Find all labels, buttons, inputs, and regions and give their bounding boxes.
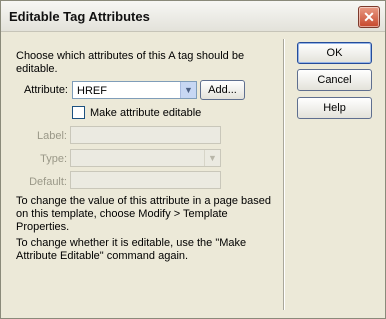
close-button[interactable]: ✕ — [358, 6, 380, 28]
type-select[interactable]: ▼ — [70, 149, 221, 167]
label-input[interactable] — [70, 126, 221, 144]
title-bar[interactable]: Editable Tag Attributes ✕ — [1, 1, 385, 32]
close-icon: ✕ — [363, 9, 375, 25]
description-text: Choose which attributes of this A tag sh… — [16, 50, 245, 75]
make-editable-note: To change whether it is editable, use th… — [16, 237, 247, 262]
ok-button[interactable]: OK — [297, 42, 372, 64]
add-button[interactable]: Add... — [200, 80, 245, 100]
dialog-title: Editable Tag Attributes — [9, 9, 150, 24]
make-editable-label[interactable]: Make attribute editable — [90, 107, 201, 119]
make-editable-checkbox[interactable] — [72, 106, 85, 119]
default-label: Default: — [29, 176, 67, 188]
dialog-window: Editable Tag Attributes ✕ Choose which a… — [0, 0, 386, 319]
chevron-down-icon: ▼ — [204, 150, 220, 166]
template-properties-note: To change the value of this attribute in… — [16, 195, 272, 233]
attribute-select[interactable]: HREF ▼ — [72, 81, 197, 99]
attribute-label: Attribute: — [23, 84, 68, 96]
cancel-button[interactable]: Cancel — [297, 69, 372, 91]
default-input[interactable] — [70, 171, 221, 189]
label-field-label: Label: — [37, 130, 67, 142]
attribute-select-value: HREF — [77, 85, 107, 97]
type-label: Type: — [40, 153, 67, 165]
help-button[interactable]: Help — [297, 97, 372, 119]
vertical-divider — [283, 39, 285, 310]
chevron-down-icon[interactable]: ▼ — [180, 82, 196, 98]
